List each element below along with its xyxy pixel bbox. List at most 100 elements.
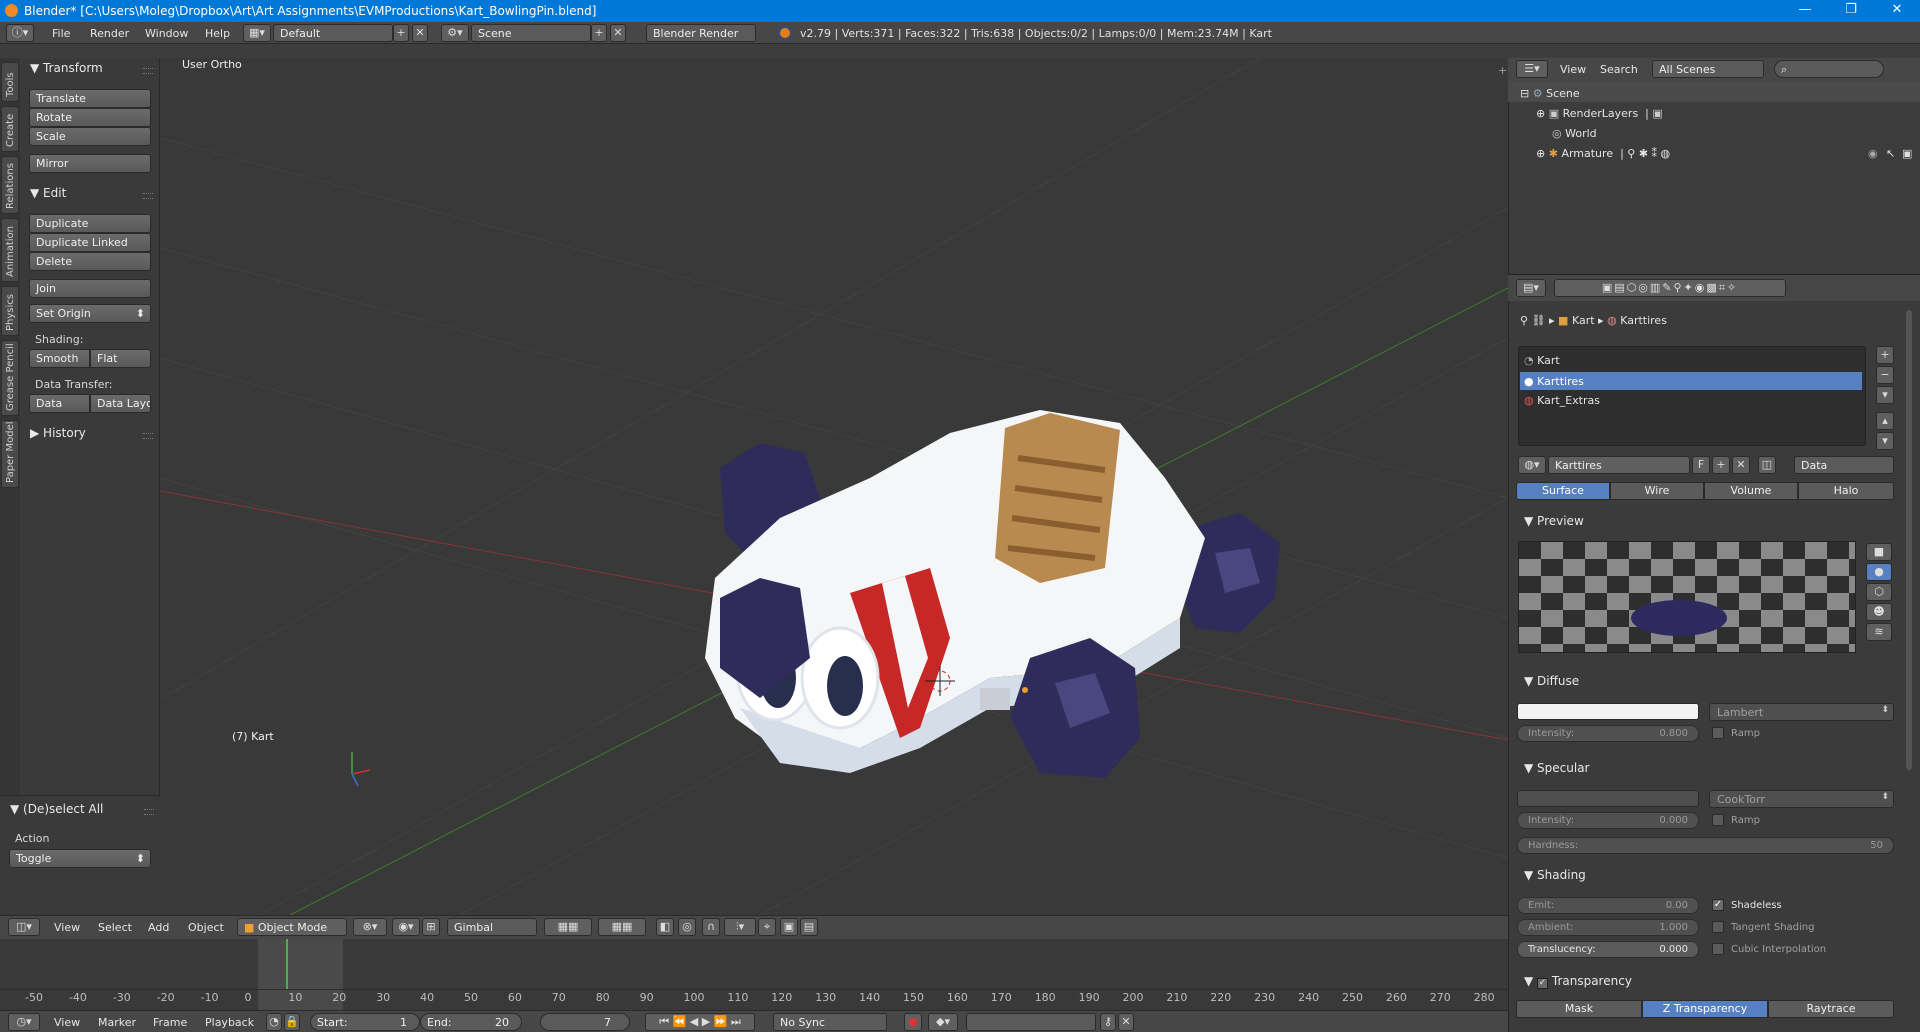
opengl-render-icon[interactable]: ▣ [780, 918, 798, 936]
panel-grip-icon[interactable] [143, 193, 153, 199]
material-slot-item[interactable]: ◍ Kart_Extras [1524, 394, 1600, 407]
diffuse-ramp-checkbox[interactable] [1712, 727, 1724, 739]
translucency-field[interactable]: Translucency: 0.000 [1517, 941, 1699, 958]
shadeless-checkbox[interactable]: ✓ [1712, 899, 1724, 911]
timeline-menu-frame[interactable]: Frame [153, 1016, 187, 1029]
specular-shader-dropdown[interactable]: CookTorr [1709, 790, 1894, 808]
set-origin-dropdown[interactable]: Set Origin ⬍ [29, 304, 151, 323]
armature-tree-item[interactable]: ⊕ ✱ Armature | ⚲ ✱ ⁑ ◍ [1536, 147, 1670, 160]
start-frame-field[interactable]: Start: 1 [310, 1013, 420, 1031]
rotate-button[interactable]: Rotate [29, 108, 151, 127]
preview-panel-header[interactable]: ▼ Preview [1524, 514, 1584, 528]
3d-viewport[interactable]: User Ortho (7) Kart + [160, 58, 1508, 915]
edit-panel-header[interactable]: ▼ Edit [30, 186, 66, 200]
close-window-button[interactable]: ✕ [1874, 0, 1920, 22]
tab-tools[interactable]: Tools [1, 62, 19, 102]
mirror-button[interactable]: Mirror [29, 154, 151, 173]
move-slot-up-icon[interactable]: ▴ [1876, 412, 1894, 430]
specular-intensity-field[interactable]: Intensity: 0.000 [1517, 812, 1699, 829]
specular-ramp-checkbox[interactable] [1712, 814, 1724, 826]
end-frame-field[interactable]: End: 20 [420, 1013, 522, 1031]
playback-controls[interactable]: ⏮ ⏪ ◀ ▶ ⏩ ⏭ [645, 1013, 755, 1031]
remove-slot-icon[interactable]: − [1876, 366, 1894, 384]
transparency-panel-header[interactable]: ▼ ✓ Transparency [1524, 974, 1632, 989]
panel-grip-icon[interactable] [143, 68, 153, 74]
snap-icon[interactable]: ∩ [702, 918, 720, 936]
preview-range-icon[interactable]: ◔ [266, 1013, 282, 1031]
lock-icon[interactable]: 🔒 [284, 1013, 300, 1031]
menu-view[interactable]: View [54, 921, 80, 934]
editor-type-icon[interactable]: ◫▾ [8, 918, 40, 936]
menu-render[interactable]: Render [90, 27, 129, 40]
render-visibility-icon[interactable]: ▣ [1902, 147, 1912, 160]
snap-element-icon[interactable]: ⫶▾ [724, 918, 756, 936]
ambient-field[interactable]: Ambient: 1.000 [1517, 919, 1699, 936]
diffuse-panel-header[interactable]: ▼ Diffuse [1524, 674, 1579, 688]
opengl-anim-icon[interactable]: ▤ [800, 918, 818, 936]
tab-halo[interactable]: Halo [1798, 482, 1894, 500]
tab-surface[interactable]: Surface [1516, 482, 1610, 500]
object-mode-dropdown[interactable]: ■ Object Mode [237, 918, 347, 936]
preview-plane-icon[interactable]: ■ [1866, 543, 1892, 561]
slot-specials-icon[interactable]: ▾ [1876, 386, 1894, 404]
material-browse-icon[interactable]: ◍▾ [1518, 456, 1546, 474]
transform-orientation-dropdown[interactable]: Gimbal [447, 918, 537, 936]
viewport-shading-icon[interactable]: ⊗▾ [353, 918, 387, 936]
preview-monkey-icon[interactable]: ☻ [1866, 603, 1892, 621]
transparency-mask-button[interactable]: Mask [1516, 1000, 1642, 1018]
tab-paper-model[interactable]: Paper Model [1, 420, 19, 488]
tangent-shading-checkbox[interactable] [1712, 921, 1724, 933]
display-mode-dropdown[interactable]: All Scenes [1652, 60, 1764, 78]
new-material-icon[interactable]: + [1712, 456, 1730, 474]
scene-field[interactable]: Scene [471, 24, 591, 42]
specular-color-swatch[interactable] [1517, 790, 1699, 807]
add-slot-icon[interactable]: + [1876, 346, 1894, 364]
tab-create[interactable]: Create [1, 106, 19, 152]
visibility-icon[interactable]: ◉ [1868, 147, 1878, 160]
timeline-editor-type-icon[interactable]: ◷▾ [8, 1013, 40, 1031]
duplicate-linked-button[interactable]: Duplicate Linked [29, 233, 151, 252]
scene-tree-item[interactable]: ⊟ ⚙ Scene [1520, 87, 1580, 100]
proportional-edit-icon[interactable]: ◎ [678, 918, 696, 936]
menu-help[interactable]: Help [205, 27, 230, 40]
pivot-point-icon[interactable]: ◉▾ [392, 918, 420, 936]
tab-animation[interactable]: Animation [1, 218, 19, 282]
panel-grip-icon[interactable] [144, 809, 154, 815]
history-panel-header[interactable]: ▶ History [30, 426, 86, 440]
timeline-menu-view[interactable]: View [54, 1016, 80, 1029]
keying-set-icon[interactable]: ◆▾ [928, 1013, 958, 1031]
translate-button[interactable]: Translate [29, 89, 151, 108]
keying-set-field[interactable] [966, 1013, 1096, 1031]
preview-hair-icon[interactable]: ≋ [1866, 623, 1892, 641]
panel-grip-icon[interactable] [143, 433, 153, 439]
properties-scrollbar[interactable] [1906, 310, 1912, 770]
data-button[interactable]: Data [29, 394, 90, 413]
menu-select[interactable]: Select [98, 921, 132, 934]
properties-editor-type-icon[interactable]: ▤▾ [1516, 279, 1546, 297]
deselect-all-panel-header[interactable]: ▼ (De)select All [10, 802, 103, 816]
material-slot-item[interactable]: ● Karttires [1524, 375, 1584, 388]
screen-layout-field[interactable]: Default [273, 24, 393, 42]
diffuse-shader-dropdown[interactable]: Lambert [1709, 703, 1894, 721]
tab-volume[interactable]: Volume [1704, 482, 1798, 500]
layers-icon[interactable]: ▦▦ [544, 918, 592, 936]
toggle-properties-icon[interactable]: + [1498, 64, 1507, 77]
render-engine-dropdown[interactable]: Blender Render [646, 24, 756, 42]
delete-keyframe-icon[interactable]: ✕ [1118, 1013, 1134, 1031]
emit-field[interactable]: Emit: 0.00 [1517, 897, 1699, 914]
record-icon[interactable]: ● [904, 1013, 922, 1031]
unlink-material-icon[interactable]: ✕ [1732, 456, 1750, 474]
material-link-dropdown[interactable]: Data [1794, 456, 1894, 474]
minimize-button[interactable]: — [1782, 0, 1828, 22]
outliner-search-input[interactable]: ⌕ [1774, 60, 1884, 78]
layers-icon[interactable]: ▦▦ [598, 918, 646, 936]
join-button[interactable]: Join [29, 279, 151, 298]
outliner-menu-search[interactable]: Search [1600, 63, 1638, 76]
scene-icon[interactable]: ⚙▾ [441, 24, 469, 42]
renderlayers-tree-item[interactable]: ⊕ ▣ RenderLayers | ▣ [1536, 107, 1663, 120]
action-dropdown[interactable]: Toggle ⬍ [9, 849, 151, 868]
specular-panel-header[interactable]: ▼ Specular [1524, 761, 1590, 775]
outliner-editor-type-icon[interactable]: ☰▾ [1516, 60, 1548, 78]
menu-add[interactable]: Add [148, 921, 169, 934]
menu-object[interactable]: Object [188, 921, 224, 934]
